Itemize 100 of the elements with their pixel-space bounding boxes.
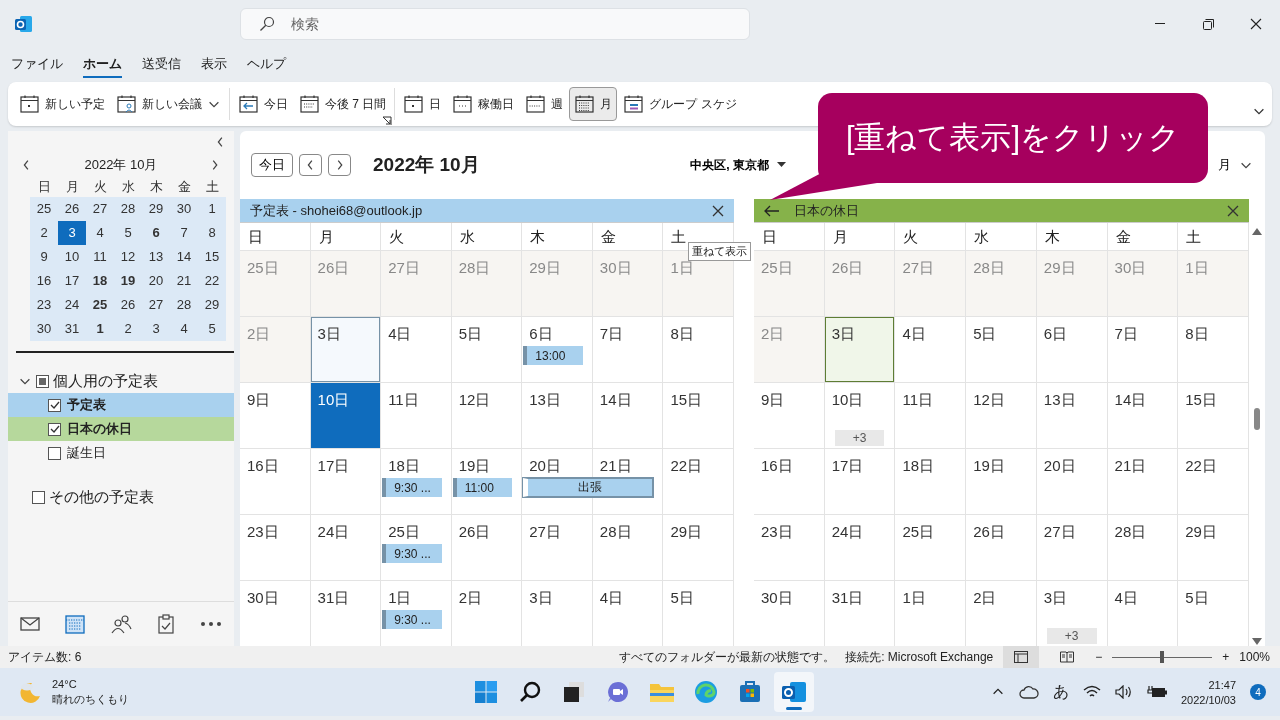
day-cell[interactable]: 14日 [592, 383, 664, 448]
menu-tab[interactable]: ヘルプ [247, 50, 286, 78]
event[interactable]: 13:00 [523, 346, 583, 365]
day-cell[interactable]: 29日 [663, 515, 734, 580]
mini-calendar-day[interactable]: 27 [142, 293, 170, 317]
calendar-group-label[interactable]: その他の予定表 [49, 487, 154, 507]
zoom-out-button[interactable]: − [1095, 650, 1103, 664]
day-cell[interactable]: 3日 [824, 317, 896, 382]
day-cell[interactable]: 29日 [1178, 515, 1249, 580]
ribbon-button[interactable]: 稼働日 [447, 87, 520, 121]
day-cell[interactable]: 24日 [824, 515, 896, 580]
day-cell[interactable]: 30日 [1107, 251, 1179, 316]
day-cell[interactable]: 26日 [966, 515, 1037, 580]
day-cell[interactable]: 24日 [310, 515, 382, 580]
day-cell[interactable]: 9日 [754, 383, 825, 448]
day-cell[interactable]: 22日 [663, 449, 734, 514]
mini-calendar-day[interactable]: 20 [142, 269, 170, 293]
menu-tab[interactable]: ファイル [11, 50, 63, 78]
day-cell[interactable]: 27日 [522, 515, 593, 580]
day-cell[interactable]: 8日 [1178, 317, 1249, 382]
close-calendar-button[interactable] [1227, 204, 1239, 217]
calendar-tab-header[interactable]: 予定表 - shohei68@outlook.jp [240, 199, 734, 222]
day-cell[interactable]: 17日 [310, 449, 382, 514]
clock-date[interactable]: 2022/10/03 [1180, 693, 1236, 706]
ribbon-button[interactable]: 今日 [233, 87, 293, 121]
mini-calendar-day[interactable]: 16 [30, 269, 58, 293]
day-cell[interactable]: 19日 [966, 449, 1037, 514]
day-cell[interactable]: 3日 +3 [1036, 581, 1108, 646]
previous-button[interactable] [299, 154, 322, 176]
day-cell[interactable]: 17日 [824, 449, 896, 514]
ribbon-button[interactable]: グループ スケジ [618, 87, 742, 121]
calendar-list-item[interactable]: 日本の休日 [8, 417, 234, 441]
day-cell[interactable]: 16日 [240, 449, 311, 514]
day-cell[interactable]: 13日 [522, 383, 593, 448]
day-cell[interactable]: 23日 [240, 515, 311, 580]
day-cell[interactable]: 2日 [754, 317, 825, 382]
day-cell[interactable]: 25日 [754, 251, 825, 316]
mini-calendar-day[interactable]: 8 [198, 221, 226, 245]
day-cell[interactable]: 8日 [663, 317, 734, 382]
mini-calendar-day[interactable]: 19 [114, 269, 142, 293]
mini-calendar-day[interactable]: 24 [58, 293, 86, 317]
day-cell[interactable]: 6日 [1036, 317, 1108, 382]
search-box[interactable]: 検索 [240, 8, 750, 40]
mini-calendar-day[interactable]: 26 [114, 293, 142, 317]
checkbox[interactable] [48, 422, 61, 436]
battery-icon[interactable] [1146, 685, 1167, 699]
day-cell[interactable]: 21日 [1107, 449, 1179, 514]
day-cell[interactable]: 1日 [1178, 251, 1249, 316]
view-dropdown[interactable]: 月 [1218, 156, 1253, 174]
mini-calendar-day[interactable]: 4 [170, 317, 198, 341]
day-cell[interactable]: 10日 [310, 383, 382, 448]
day-cell[interactable]: 18日 [895, 449, 967, 514]
day-cell[interactable]: 29日 [522, 251, 593, 316]
volume-icon[interactable] [1114, 685, 1133, 699]
mini-calendar-day[interactable]: 5 [198, 317, 226, 341]
day-cell[interactable]: 27日 [381, 251, 452, 316]
more-events-button[interactable]: +3 [834, 430, 885, 446]
mini-calendar-day[interactable]: 10 [58, 245, 86, 269]
mini-calendar-day[interactable]: 25 [30, 197, 58, 221]
day-cell[interactable]: 28日 [592, 515, 664, 580]
day-cell[interactable]: 3日 [310, 317, 382, 382]
calendar-group-label[interactable]: 個人用の予定表 [53, 371, 158, 391]
ribbon-button[interactable]: 週 [520, 87, 569, 121]
mini-calendar-day[interactable]: 13 [142, 245, 170, 269]
checkbox[interactable] [48, 446, 61, 460]
mini-calendar-day[interactable]: 23 [30, 293, 58, 317]
day-cell[interactable]: 2日 [240, 317, 311, 382]
mini-calendar-day[interactable]: 3 [142, 317, 170, 341]
search-field[interactable]: 検索 [289, 15, 749, 33]
day-cell[interactable]: 11日 [381, 383, 452, 448]
mini-calendar-day[interactable]: 2 [114, 317, 142, 341]
dialog-launcher-icon[interactable] [382, 116, 393, 126]
scroll-thumb[interactable] [1254, 408, 1260, 430]
cloud-icon[interactable] [1018, 685, 1039, 699]
day-cell[interactable]: 4日 [895, 317, 967, 382]
ribbon-button[interactable]: 日 [398, 87, 447, 121]
day-cell[interactable]: 22日 [1178, 449, 1249, 514]
event[interactable]: 9:30 ... [382, 544, 442, 563]
menu-tab[interactable]: 表示 [201, 50, 227, 78]
day-cell[interactable]: 27日 [1036, 515, 1108, 580]
mini-calendar-day[interactable]: 11 [86, 245, 114, 269]
event[interactable]: 出張 [523, 478, 654, 497]
view-button[interactable] [1003, 646, 1040, 668]
mini-calendar-day[interactable]: 1 [86, 317, 114, 341]
day-cell[interactable]: 28日 [1107, 515, 1179, 580]
ribbon-button[interactable]: 新しい会議 [111, 87, 226, 121]
day-cell[interactable]: 20日 [1036, 449, 1108, 514]
clock-time[interactable]: 21:47 [1208, 678, 1236, 691]
day-cell[interactable]: 15日 [1178, 383, 1249, 448]
mini-calendar-day[interactable]: 29 [142, 197, 170, 221]
mini-calendar-day[interactable]: 17 [58, 269, 86, 293]
menu-tab[interactable]: ホーム [83, 50, 122, 78]
mini-calendar-day[interactable]: 18 [86, 269, 114, 293]
arrow-left-icon[interactable] [764, 204, 780, 217]
menu-tab[interactable]: 送受信 [142, 50, 181, 78]
day-cell[interactable]: 11日 [895, 383, 967, 448]
checkbox[interactable] [32, 490, 45, 504]
day-cell[interactable]: 15日 [663, 383, 734, 448]
day-cell[interactable]: 26日 [824, 251, 896, 316]
more-events-button[interactable]: +3 [1046, 628, 1097, 644]
